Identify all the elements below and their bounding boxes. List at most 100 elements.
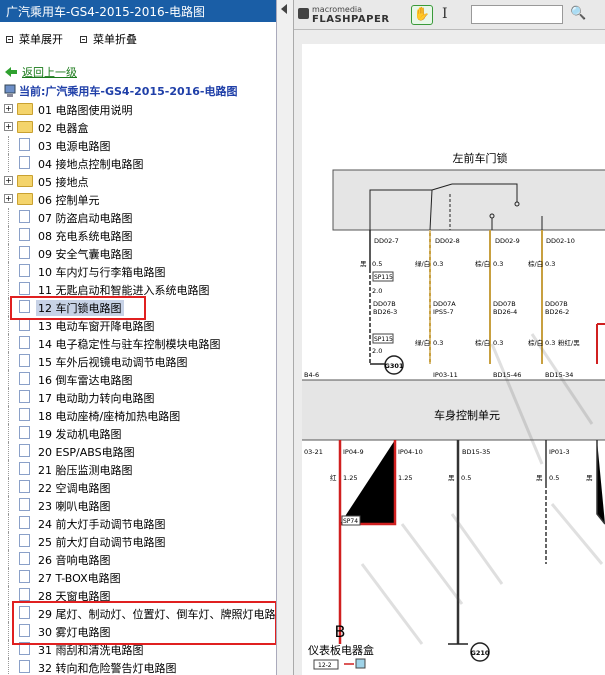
tree-connector-line [8,244,9,262]
expand-toggle-icon[interactable]: + [4,176,13,185]
tree-item[interactable]: 07 防盗启动电路图 [0,208,276,226]
collapse-menu-button[interactable]: 菜单折叠 [80,31,137,47]
tree-item[interactable]: 27 T-BOX电路图 [0,568,276,586]
tree-connector-line [8,514,9,532]
tree-item[interactable]: 21 胎压监测电路图 [0,460,276,478]
tree-item[interactable]: 15 车外后视镜电动调节电路图 [0,352,276,370]
document-icon [19,246,30,259]
text-select-tool-button[interactable]: I [442,6,448,22]
current-location-label: 当前:广汽乘用车-GS4-2015-2016-电路图 [19,85,238,98]
tree-item[interactable]: 24 前大灯手动调节电路图 [0,514,276,532]
hand-tool-button[interactable]: ✋ [411,5,433,25]
search-button[interactable]: 🔍 [570,6,586,21]
document-icon [19,480,30,493]
document-icon [19,156,30,169]
document-icon [19,210,30,223]
wire-colour: 红 [330,473,337,482]
tree-item[interactable]: 10 车内灯与行李箱电路图 [0,262,276,280]
tree-item[interactable]: +05 接地点 [0,172,276,190]
tree-connector-line [8,334,9,352]
tree-item-label: 06 控制单元 [38,194,100,207]
connector-label: DD07A [433,300,456,308]
wire-colour: 绿/白 [415,259,430,268]
splice-label: SP115 [374,336,393,343]
document-icon [19,426,30,439]
tree-item-label: 27 T-BOX电路图 [38,572,121,585]
tree-item-label: 26 音响电路图 [38,554,111,567]
tree-item[interactable]: 17 电动助力转向电路图 [0,388,276,406]
wire-size: 0.3 [433,260,443,268]
tree-connector-line [8,352,9,370]
tree-item-label: 24 前大灯手动调节电路图 [38,518,166,531]
tree-item[interactable]: 32 转向和危险警告灯电路图 [0,658,276,675]
expand-toggle-icon[interactable]: + [4,104,13,113]
tree-connector-line [8,442,9,460]
tree-item[interactable]: 03 电源电路图 [0,136,276,154]
tree-connector-line [8,316,9,334]
document-icon [19,138,30,151]
tree-item-label: 18 电动座椅/座椅加热电路图 [38,410,181,423]
tree-item[interactable]: 25 前大灯自动调节电路图 [0,532,276,550]
document-icon [19,228,30,241]
wire-colour: 黑 [586,474,593,482]
logo-mark-icon [298,8,309,19]
connector-label: DD07B [493,300,516,308]
tree-item[interactable]: +01 电路图使用说明 [0,100,276,118]
expand-toggle-icon[interactable]: + [4,194,13,203]
pin-label: DD02-9 [495,237,520,245]
tree-connector-line [8,550,9,568]
connector-label: DD07B [545,300,568,308]
wire-size: 1.25 [398,474,412,482]
collapse-left-icon[interactable] [281,4,287,14]
back-link[interactable]: 返回上一级 [4,64,77,80]
tree-item[interactable]: 20 ESP/ABS电路图 [0,442,276,460]
search-input[interactable] [471,5,563,24]
connector-b-label: B [335,622,346,641]
tree-item-label: 21 胎压监测电路图 [38,464,133,477]
door-lock-box [332,169,605,231]
tree-connector-line [8,406,9,424]
tree-item[interactable]: +06 控制单元 [0,190,276,208]
wire-colour: 粉红/黑 [558,338,580,347]
expand-menu-label: 菜单展开 [19,33,63,46]
wire-colour: 红 [385,473,392,482]
lock-pins: DD02-7 DD02-8 DD02-9 DD02-10 [374,237,575,245]
tree-connector-line [8,226,9,244]
window-title: 广汽乘用车-GS4-2015-2016-电路图 [0,0,276,22]
document-icon [19,660,30,673]
tree-item[interactable]: 22 空调电路图 [0,478,276,496]
tree-item-label: 20 ESP/ABS电路图 [38,446,135,459]
tree-item[interactable]: 04 接地点控制电路图 [0,154,276,172]
tree-item[interactable]: 26 音响电路图 [0,550,276,568]
tree-item[interactable]: 08 充电系统电路图 [0,226,276,244]
tree-connector-line [8,298,9,316]
tree-item[interactable]: +02 电器盒 [0,118,276,136]
collapse-menu-label: 菜单折叠 [93,33,137,46]
tree-item[interactable]: 09 安全气囊电路图 [0,244,276,262]
expand-menu-button[interactable]: 菜单展开 [6,31,63,47]
tree-item[interactable]: 14 电子稳定性与驻车控制模块电路图 [0,334,276,352]
tree-item[interactable]: 19 发动机电路图 [0,424,276,442]
pin-label: DD02-7 [374,237,399,245]
tree-item[interactable]: 16 倒车雷达电路图 [0,370,276,388]
document-viewer: macromedia FLASHPAPER ✋ I 🔍 左前车门锁 DD02-7… [294,0,605,675]
expand-toggle-icon[interactable]: + [4,122,13,131]
tree-item[interactable]: 18 电动座椅/座椅加热电路图 [0,406,276,424]
tree-item-label: 02 电器盒 [38,122,89,135]
bcm-title: 车身控制单元 [434,408,500,422]
tree-connector-line [8,532,9,550]
fusebox-title: 仪表板电器盒 [308,643,374,657]
tree-item[interactable]: 23 喇叭电路图 [0,496,276,514]
splice-label: SP115 [374,274,393,281]
diagram-page: 左前车门锁 DD02-7 DD02-8 DD02-9 DD02-10 黑 0.5… [299,44,605,675]
tree-item-label: 03 电源电路图 [38,140,111,153]
tree-connector-line [8,604,9,622]
tree-connector-line [8,136,9,154]
tree-item-label: 10 车内灯与行李箱电路图 [38,266,166,279]
panel-splitter[interactable] [277,0,294,675]
logo-bottom-text: FLASHPAPER [312,14,390,25]
folder-icon [17,103,33,115]
tree-item-label: 13 电动车窗开降电路图 [38,320,155,333]
wire-size: 0.3 [545,260,555,268]
pin-label: DD02-8 [435,237,460,245]
